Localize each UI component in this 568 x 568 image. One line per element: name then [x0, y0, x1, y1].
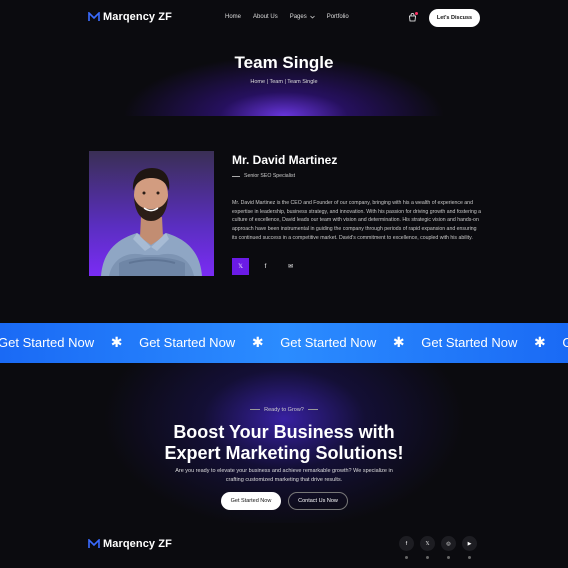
footer-indicator-dot: [426, 556, 429, 559]
nav-home[interactable]: Home: [225, 14, 241, 20]
marquee-text: Get Started Now: [421, 335, 518, 350]
nav-pages-label: Pages: [289, 14, 307, 20]
role-divider: [232, 175, 240, 177]
nav-pages[interactable]: Pages: [290, 14, 315, 20]
marquee-text: Get Started Now: [280, 335, 377, 350]
cta-title-line2: Expert Marketing Solutions!: [164, 443, 404, 463]
cta-subtitle: Are you ready to elevate your business a…: [175, 468, 393, 483]
marquee-text: Get Started Now: [0, 335, 95, 350]
youtube-icon: ▶: [467, 540, 472, 547]
x-icon: 𝕏: [425, 540, 430, 547]
footer-indicator-dot: [447, 556, 450, 559]
logo-text: Marqency ZF: [103, 11, 172, 23]
marquee-track: Get Started Now ✱ Get Started Now ✱ Get …: [0, 334, 568, 351]
marquee-band: Get Started Now ✱ Get Started Now ✱ Get …: [0, 323, 568, 363]
team-member-bio: Mr. David Martinez is the CEO and Founde…: [232, 200, 482, 241]
person-photo: [101, 168, 202, 276]
mail-icon: ✉: [287, 264, 294, 270]
main-nav: Home About Us Pages Portfolio: [225, 14, 349, 20]
footer-logo-text: Marqency ZF: [103, 538, 172, 550]
eyebrow-text: Ready to Grow?: [264, 407, 304, 413]
page-hero: Team Single Home | Team | Team Single: [0, 36, 568, 116]
asterisk-icon: ✱: [110, 334, 123, 350]
logo-icon: [88, 12, 100, 21]
breadcrumb: Home | Team | Team Single: [250, 79, 318, 85]
asterisk-icon: ✱: [392, 334, 405, 350]
footer-youtube-button[interactable]: ▶: [462, 536, 477, 551]
logo-icon: [88, 539, 100, 548]
x-icon: 𝕏: [238, 264, 243, 270]
cta-title-line1: Boost Your Business with: [173, 422, 395, 442]
footer-logo[interactable]: Marqency ZF: [88, 538, 172, 550]
asterisk-icon: ✱: [251, 334, 264, 350]
profile-mail-button[interactable]: ✉: [282, 258, 299, 275]
footer-x-button[interactable]: 𝕏: [420, 536, 435, 551]
facebook-icon: f: [405, 540, 408, 547]
logo[interactable]: Marqency ZF: [88, 11, 172, 23]
eyebrow-line-left: [250, 409, 261, 411]
cart-badge: [415, 12, 418, 15]
eyebrow-line-right: [307, 409, 318, 411]
team-member-photo: [89, 151, 214, 276]
asterisk-icon: ✱: [534, 334, 546, 350]
marquee-text: Get Started Now: [139, 335, 236, 350]
footer-indicator-dot: [405, 556, 408, 559]
footer-indicator-dot: [468, 556, 471, 559]
chevron-down-icon: [309, 15, 315, 19]
footer-instagram-button[interactable]: ◎: [441, 536, 456, 551]
get-started-button[interactable]: Get Started Now: [221, 492, 281, 510]
nav-portfolio[interactable]: Portfolio: [327, 14, 349, 20]
contact-us-button[interactable]: Contact Us Now: [288, 492, 348, 510]
marquee-text: Get Started Now: [562, 335, 568, 350]
team-member-role: Senior SEO Specialist: [232, 173, 295, 179]
cta-section: Ready to Grow? Boost Your Business with …: [0, 363, 568, 523]
nav-about[interactable]: About Us: [253, 14, 278, 20]
cta-title: Boost Your Business with Expert Marketin…: [0, 422, 568, 464]
lets-discuss-button[interactable]: Let's Discuss: [429, 9, 480, 27]
page-title: Team Single: [234, 53, 334, 72]
instagram-icon: ◎: [446, 540, 451, 547]
footer-facebook-button[interactable]: f: [399, 536, 414, 551]
cta-eyebrow: Ready to Grow?: [0, 407, 568, 413]
role-label: Senior SEO Specialist: [244, 173, 296, 179]
team-member-name: Mr. David Martinez: [232, 153, 338, 167]
profile-facebook-button[interactable]: f: [257, 258, 274, 275]
profile-x-button[interactable]: 𝕏: [232, 258, 249, 275]
site-header: Marqency ZF Home About Us Pages Portfoli…: [0, 0, 568, 36]
facebook-icon: f: [264, 263, 267, 270]
